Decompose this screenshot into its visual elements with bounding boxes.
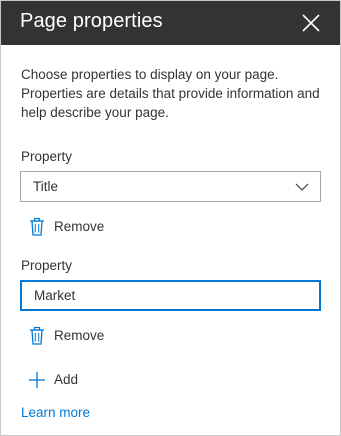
remove-label: Remove (54, 219, 105, 234)
trash-icon (30, 326, 44, 345)
panel-description: Choose properties to display on your pag… (21, 67, 320, 120)
property-dropdown-1[interactable]: Title (20, 171, 321, 202)
page-properties-panel: Page properties Choose properties to dis… (0, 0, 341, 436)
property-input-value: Market (34, 288, 76, 303)
remove-label: Remove (54, 328, 105, 343)
property-dropdown-value: Title (33, 179, 59, 194)
property-label-2: Property (21, 258, 73, 273)
chevron-down-icon (295, 183, 309, 191)
panel-header: Page properties (1, 1, 340, 45)
add-label: Add (54, 372, 79, 387)
property-label-1: Property (21, 149, 73, 164)
panel-title: Page properties (20, 10, 163, 32)
trash-icon (30, 217, 44, 236)
close-button[interactable] (298, 10, 324, 36)
property-input-2[interactable]: Market (20, 280, 321, 311)
plus-icon (29, 372, 45, 388)
learn-more-link[interactable]: Learn more (21, 405, 90, 420)
close-icon (302, 14, 320, 32)
